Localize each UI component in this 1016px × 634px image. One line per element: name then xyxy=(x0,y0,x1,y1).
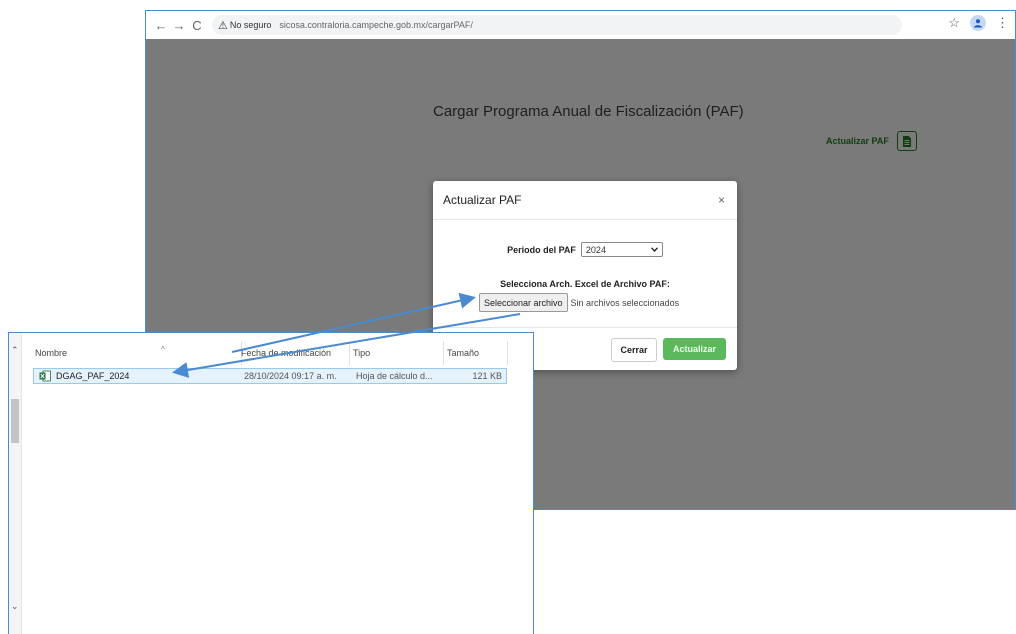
close-button[interactable]: Cerrar xyxy=(611,338,657,362)
url-text[interactable]: sicosa.contraloria.campeche.gob.mx/carga… xyxy=(279,20,472,30)
scroll-up-icon[interactable]: ⌃ xyxy=(11,345,19,356)
column-header-nombre[interactable]: Nombre ^ xyxy=(35,341,240,365)
sort-up-icon: ^ xyxy=(161,345,165,354)
column-divider xyxy=(443,341,444,365)
scroll-down-icon[interactable]: ⌄ xyxy=(11,601,19,612)
vertical-scrollbar[interactable]: ⌃ ⌄ xyxy=(9,333,22,634)
file-list-item[interactable]: DGAG_PAF_2024 28/10/2024 09:17 a. m. Hoj… xyxy=(33,368,507,384)
file-dialog: ⌃ ⌄ Nombre ^ Fecha de modificación Tipo … xyxy=(8,332,534,634)
update-paf-action: Actualizar PAF xyxy=(826,131,917,151)
file-size: 121 KB xyxy=(472,371,502,381)
column-header-tamano[interactable]: Tamaño xyxy=(447,341,507,365)
excel-file-icon xyxy=(902,135,911,147)
update-button[interactable]: Actualizar xyxy=(663,338,726,360)
choose-file-button[interactable]: Seleccionar archivo xyxy=(479,293,568,312)
column-header-tipo[interactable]: Tipo xyxy=(353,341,441,365)
excel-file-icon xyxy=(39,370,51,382)
chevron-down-icon xyxy=(650,247,658,252)
update-paf-label: Actualizar PAF xyxy=(826,136,889,146)
file-modified: 28/10/2024 09:17 a. m. xyxy=(244,371,337,381)
file-input: Seleccionar archivo Sin archivos selecci… xyxy=(479,293,679,312)
browser-toolbar: ← → C ⚠ No seguro sicosa.contraloria.cam… xyxy=(146,11,1015,39)
page-title: Cargar Programa Anual de Fiscalización (… xyxy=(433,103,744,120)
column-header-tamano-label: Tamaño xyxy=(447,348,480,358)
periodo-select-value: 2024 xyxy=(585,244,606,255)
periodo-select[interactable]: 2024 xyxy=(580,242,663,257)
menu-kebab-icon[interactable]: ⋮ xyxy=(996,15,1009,31)
file-status-text: Sin archivos seleccionados xyxy=(570,297,680,308)
file-input-label: Selecciona Arch. Excel de Archivo PAF: xyxy=(500,279,670,289)
forward-button[interactable]: → xyxy=(170,18,188,33)
column-header-fecha-label: Fecha de modificación xyxy=(241,348,332,358)
reload-button[interactable]: C xyxy=(188,18,206,33)
file-name: DGAG_PAF_2024 xyxy=(56,371,130,381)
scroll-thumb[interactable] xyxy=(11,399,19,443)
periodo-row: Periodo del PAF 2024 xyxy=(433,242,737,257)
toolbar-right: ☆ ⋮ xyxy=(948,15,1009,31)
modal-title: Actualizar PAF xyxy=(443,193,522,207)
periodo-label: Periodo del PAF xyxy=(507,244,576,255)
column-header-tipo-label: Tipo xyxy=(353,348,371,358)
column-header-fecha[interactable]: Fecha de modificación xyxy=(241,341,347,365)
warning-triangle-icon[interactable]: ⚠ xyxy=(218,19,228,32)
column-divider xyxy=(507,341,508,365)
column-header-nombre-label: Nombre xyxy=(35,348,68,358)
column-divider xyxy=(349,341,350,365)
person-icon xyxy=(974,19,982,28)
bookmark-star-icon[interactable]: ☆ xyxy=(948,15,960,31)
modal-header: Actualizar PAF × xyxy=(433,181,737,220)
close-icon[interactable]: × xyxy=(718,193,725,207)
file-type: Hoja de cálculo d... xyxy=(356,371,433,381)
update-paf-button[interactable] xyxy=(896,131,917,151)
profile-avatar-icon[interactable] xyxy=(970,15,986,31)
address-bar[interactable]: ⚠ No seguro sicosa.contraloria.campeche.… xyxy=(212,15,902,35)
back-button[interactable]: ← xyxy=(152,18,170,33)
security-status[interactable]: No seguro xyxy=(230,20,272,30)
